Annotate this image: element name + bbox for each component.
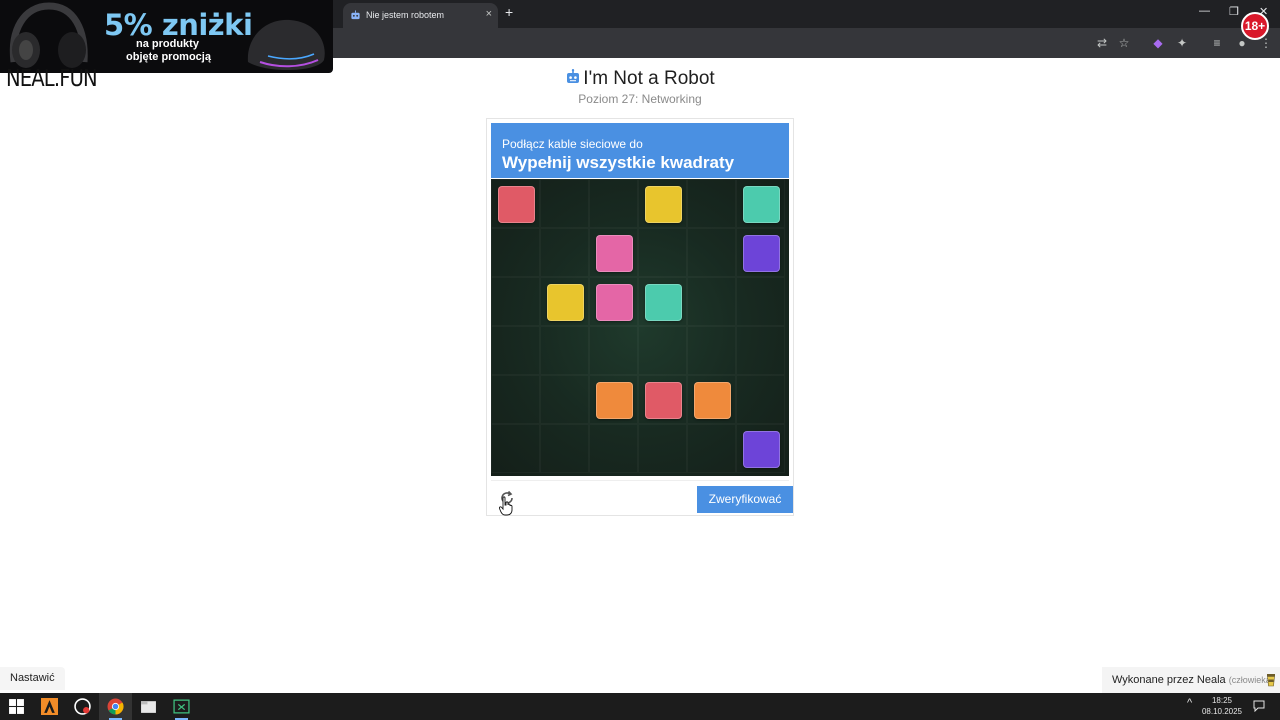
robot-favicon-icon xyxy=(351,10,360,20)
browser-tab[interactable]: Nie jestem robotem × xyxy=(343,3,498,28)
grid-cell[interactable] xyxy=(687,277,736,326)
grid-cell[interactable] xyxy=(687,326,736,375)
network-tile[interactable] xyxy=(596,284,633,321)
age-badge: 18+ xyxy=(1241,12,1269,40)
file-explorer-icon xyxy=(141,701,156,713)
tab-close-icon[interactable]: × xyxy=(486,8,492,20)
recorder-icon xyxy=(74,698,91,715)
grid-cell[interactable] xyxy=(589,326,638,375)
windows-logo-icon xyxy=(9,699,24,714)
network-tile[interactable] xyxy=(498,186,535,223)
gaming-mouse-image xyxy=(247,19,325,71)
taskbar-app-1[interactable] xyxy=(33,693,66,720)
os-taskbar xyxy=(0,693,1280,720)
extensions-puzzle-icon[interactable]: ✦ xyxy=(1174,35,1190,51)
clock-time: 18:25 xyxy=(1211,696,1233,705)
grid-cell[interactable] xyxy=(638,228,687,277)
robot-icon xyxy=(567,69,580,83)
grid-cell[interactable] xyxy=(540,326,589,375)
taskbar-chrome[interactable] xyxy=(99,693,132,720)
media-control-icon[interactable]: ≡ xyxy=(1209,35,1225,51)
network-tile[interactable] xyxy=(694,382,731,419)
terminal-icon xyxy=(173,699,190,714)
chrome-icon xyxy=(107,698,124,715)
grid-cell[interactable] xyxy=(491,424,540,473)
page-title: I'm Not a Robot xyxy=(0,68,1280,90)
credit-link[interactable]: Wykonane przez Neala (człowieka) xyxy=(1102,667,1280,693)
page-title-text: I'm Not a Robot xyxy=(583,68,715,89)
clock-date: 08.10.2025 xyxy=(1201,707,1243,716)
restore-button[interactable]: ❐ xyxy=(1229,5,1239,18)
headset-image xyxy=(9,2,88,68)
captcha-card: Podłącz kable sieciowe do Wypełnij wszys… xyxy=(486,118,794,516)
network-tile[interactable] xyxy=(645,382,682,419)
grid-cell[interactable] xyxy=(687,228,736,277)
minimize-button[interactable]: — xyxy=(1199,5,1210,17)
grid-cell[interactable] xyxy=(491,326,540,375)
network-tile[interactable] xyxy=(547,284,584,321)
taskbar-app-4[interactable] xyxy=(132,693,165,720)
taskbar-app-2[interactable] xyxy=(66,693,99,720)
notifications-icon[interactable] xyxy=(1253,700,1265,712)
taskbar-app-5[interactable] xyxy=(165,693,198,720)
network-tile[interactable] xyxy=(596,235,633,272)
grid-cell[interactable] xyxy=(540,179,589,228)
translate-icon[interactable]: ⇄ xyxy=(1094,35,1110,51)
grid-cell[interactable] xyxy=(540,424,589,473)
network-tile[interactable] xyxy=(596,382,633,419)
bookmark-star-icon[interactable]: ☆ xyxy=(1116,35,1132,51)
grid-cell[interactable] xyxy=(638,326,687,375)
grid-cell[interactable] xyxy=(638,424,687,473)
level-subtitle: Poziom 27: Networking xyxy=(578,92,702,106)
grid-cell[interactable] xyxy=(589,424,638,473)
network-tile[interactable] xyxy=(645,186,682,223)
grid-cell[interactable] xyxy=(491,375,540,424)
tab-title: Nie jestem robotem xyxy=(366,10,445,20)
app-a-icon xyxy=(41,698,58,715)
extension-icon[interactable]: ◆ xyxy=(1150,35,1166,51)
grid-cell[interactable] xyxy=(687,179,736,228)
ad-line-2: objęte promocją xyxy=(126,51,211,63)
grid-cell[interactable] xyxy=(736,326,785,375)
ad-headline: 5% zniżki xyxy=(104,8,253,42)
grid-cell[interactable] xyxy=(540,228,589,277)
system-clock[interactable]: 18:25 08.10.2025 xyxy=(1196,695,1248,717)
hand-cursor-icon xyxy=(499,496,513,516)
start-button[interactable] xyxy=(0,693,33,720)
grid-cell[interactable] xyxy=(736,277,785,326)
captcha-instruction-banner: Podłącz kable sieciowe do Wypełnij wszys… xyxy=(491,123,789,178)
network-tile[interactable] xyxy=(743,431,780,468)
instruction-small: Podłącz kable sieciowe do xyxy=(502,137,643,151)
instruction-big: Wypełnij wszystkie kwadraty xyxy=(502,153,735,172)
adjust-button[interactable]: Nastawić xyxy=(0,667,65,690)
new-tab-button[interactable]: + xyxy=(505,4,513,20)
ad-banner[interactable]: 5% zniżki na produkty objęte promocją xyxy=(0,0,333,73)
network-tile[interactable] xyxy=(743,186,780,223)
grid-cell[interactable] xyxy=(491,277,540,326)
captcha-footer: Zweryfikować xyxy=(491,480,793,513)
grid-cell[interactable] xyxy=(540,375,589,424)
network-grid[interactable] xyxy=(491,179,789,476)
grid-cell[interactable] xyxy=(589,179,638,228)
credit-text: Wykonane przez Neala xyxy=(1112,674,1226,686)
tray-chevron-icon[interactable]: ^ xyxy=(1187,697,1192,709)
coffee-cup-icon xyxy=(1267,674,1275,687)
grid-cell[interactable] xyxy=(687,424,736,473)
grid-cell[interactable] xyxy=(736,375,785,424)
network-tile[interactable] xyxy=(743,235,780,272)
ad-line-1: na produkty xyxy=(136,38,199,50)
network-tile[interactable] xyxy=(645,284,682,321)
verify-button[interactable]: Zweryfikować xyxy=(697,486,793,513)
grid-cell[interactable] xyxy=(491,228,540,277)
